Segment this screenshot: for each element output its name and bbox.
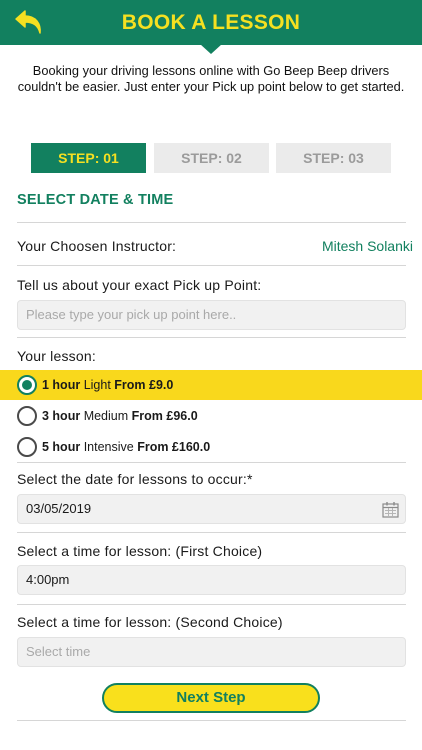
intro-text: Booking your driving lessons online with… xyxy=(17,63,405,94)
time-second-input[interactable]: Select time xyxy=(17,637,406,667)
divider xyxy=(17,720,406,721)
step-tab-3[interactable]: STEP: 03 xyxy=(276,143,391,173)
time-first-label: Select a time for lesson: (First Choice) xyxy=(17,543,263,559)
lesson-option-3-hour[interactable]: 3 hour Medium From £96.0 xyxy=(0,401,422,431)
next-step-button[interactable]: Next Step xyxy=(102,683,320,713)
divider xyxy=(17,265,406,266)
lesson-option-5-hour[interactable]: 5 hour Intensive From £160.0 xyxy=(0,432,422,462)
pickup-input[interactable]: Please type your pick up point here.. xyxy=(17,300,406,330)
lesson-option-1-hour[interactable]: 1 hour Light From £9.0 xyxy=(0,370,422,400)
header-notch xyxy=(200,44,222,54)
divider xyxy=(17,532,406,533)
divider xyxy=(17,337,406,338)
radio-button[interactable] xyxy=(17,437,37,457)
radio-button[interactable] xyxy=(17,406,37,426)
pickup-label: Tell us about your exact Pick up Point: xyxy=(17,277,262,293)
lesson-option-text: 1 hour Light From £9.0 xyxy=(42,378,174,392)
time-first-input[interactable]: 4:00pm xyxy=(17,565,406,595)
date-label: Select the date for lessons to occur:* xyxy=(17,471,253,487)
instructor-name: Mitesh Solanki xyxy=(321,238,413,254)
radio-button[interactable] xyxy=(17,375,37,395)
divider xyxy=(17,222,406,223)
time-second-label: Select a time for lesson: (Second Choice… xyxy=(17,614,283,630)
date-value: 03/05/2019 xyxy=(26,501,92,516)
section-title: SELECT DATE & TIME xyxy=(17,192,174,208)
divider xyxy=(17,462,406,463)
lesson-option-text: 3 hour Medium From £96.0 xyxy=(42,409,198,423)
lesson-label: Your lesson: xyxy=(17,348,96,364)
page-title: BOOK A LESSON xyxy=(121,11,301,34)
step-tab-2[interactable]: STEP: 02 xyxy=(154,143,269,173)
instructor-label: Your Choosen Instructor: xyxy=(17,238,177,254)
step-tab-1[interactable]: STEP: 01 xyxy=(31,143,146,173)
calendar-icon[interactable] xyxy=(382,501,399,518)
lesson-option-text: 5 hour Intensive From £160.0 xyxy=(42,440,211,454)
divider xyxy=(17,604,406,605)
date-input[interactable]: 03/05/2019 xyxy=(17,494,406,524)
